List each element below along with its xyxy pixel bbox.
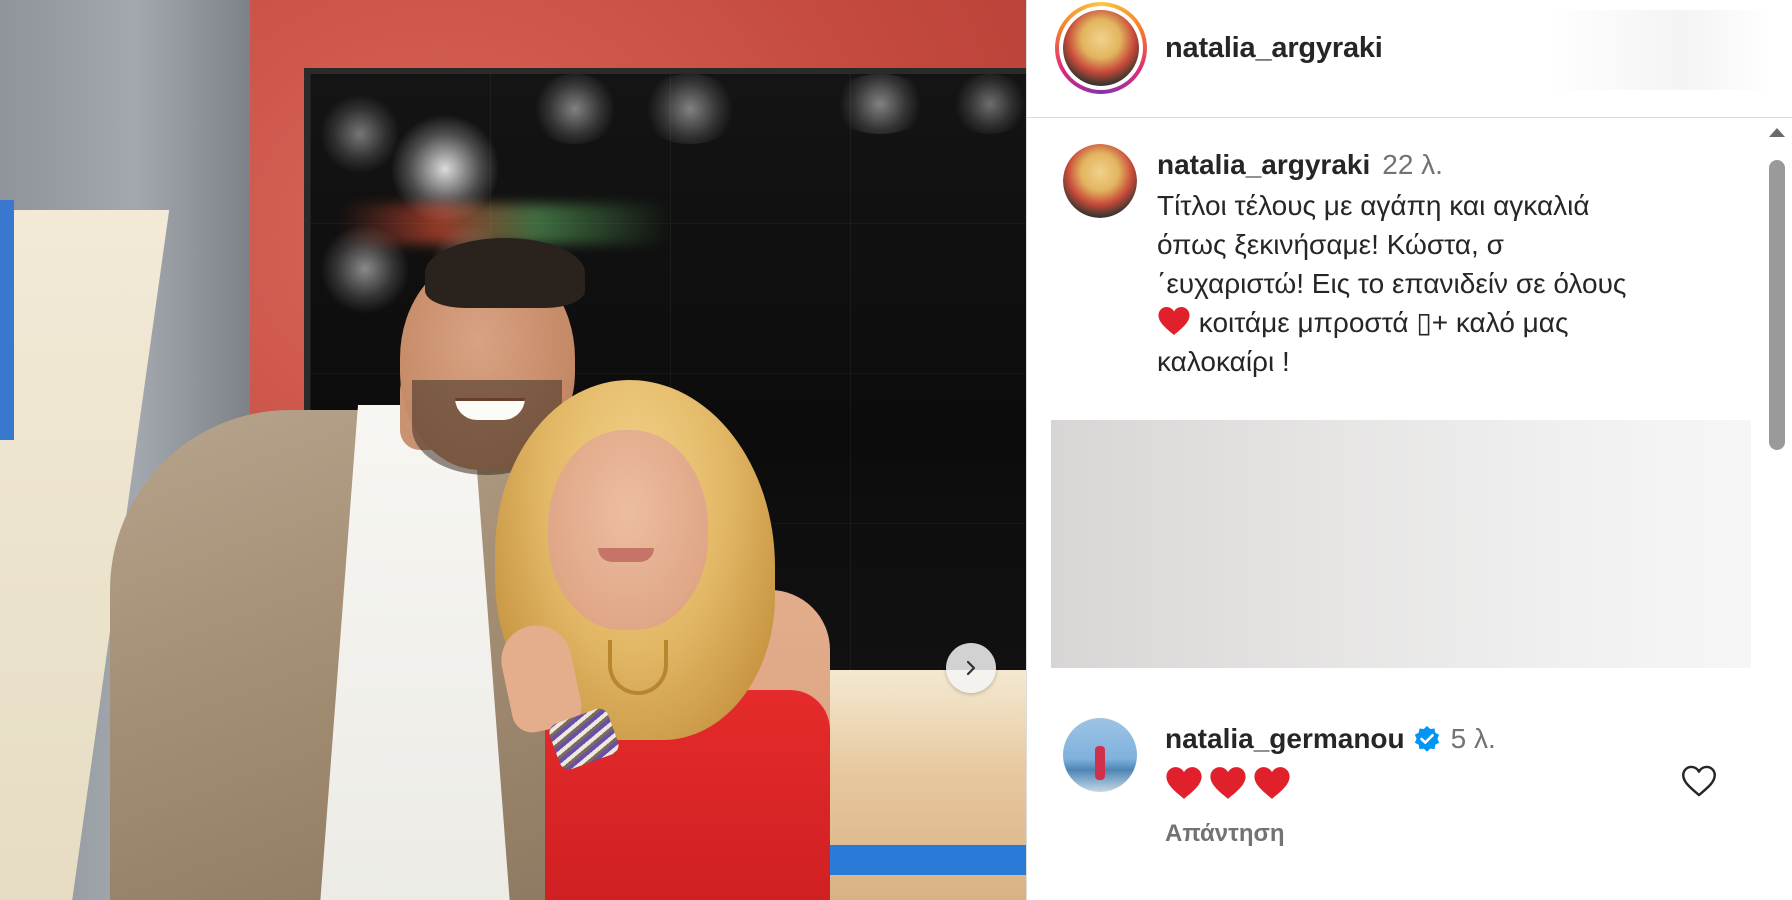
comment: natalia_germanou 5 λ. Απάντηση [1165,722,1685,848]
like-comment-button[interactable] [1679,762,1719,802]
red-heart-emoji [1158,307,1190,335]
post-header: natalia_argyraki [1027,0,1792,118]
caption-timestamp: 22 λ. [1382,149,1443,180]
story-ring[interactable] [1055,2,1147,94]
comment-username[interactable]: natalia_germanou [1165,722,1405,756]
chevron-right-icon [966,660,976,676]
heart-outline-icon [1682,765,1716,796]
comment-text [1165,766,1685,802]
instagram-post: natalia_argyraki natalia_argyraki 22 λ. Τ… [0,0,1792,900]
comments-scrollbar[interactable] [1763,128,1789,900]
reply-button[interactable]: Απάντηση [1165,820,1685,848]
comment-avatar[interactable] [1063,718,1137,792]
caption-avatar[interactable] [1063,144,1137,218]
red-heart-emoji [1210,767,1246,799]
comment-timestamp: 5 λ. [1450,723,1496,754]
post-photo[interactable] [0,0,1026,900]
header-username[interactable]: natalia_argyraki [1165,32,1383,65]
scroll-thumb[interactable] [1769,160,1785,450]
red-heart-emoji [1254,767,1290,799]
verified-badge-icon [1414,726,1439,752]
blurred-media-placeholder [1051,420,1751,668]
next-photo-button[interactable] [946,643,996,693]
caption-username[interactable]: natalia_argyraki [1157,149,1370,180]
comments-panel: natalia_argyraki natalia_argyraki 22 λ. Τ… [1026,0,1792,900]
caption: natalia_argyraki 22 λ. Τίτλοι τέλους με α… [1157,148,1727,381]
red-heart-emoji [1166,767,1202,799]
scroll-up-arrow-icon[interactable] [1769,128,1785,137]
profile-avatar [1063,10,1139,86]
caption-text: Τίτλοι τέλους με αγάπη και αγκαλιά όπως ξ… [1157,190,1627,377]
